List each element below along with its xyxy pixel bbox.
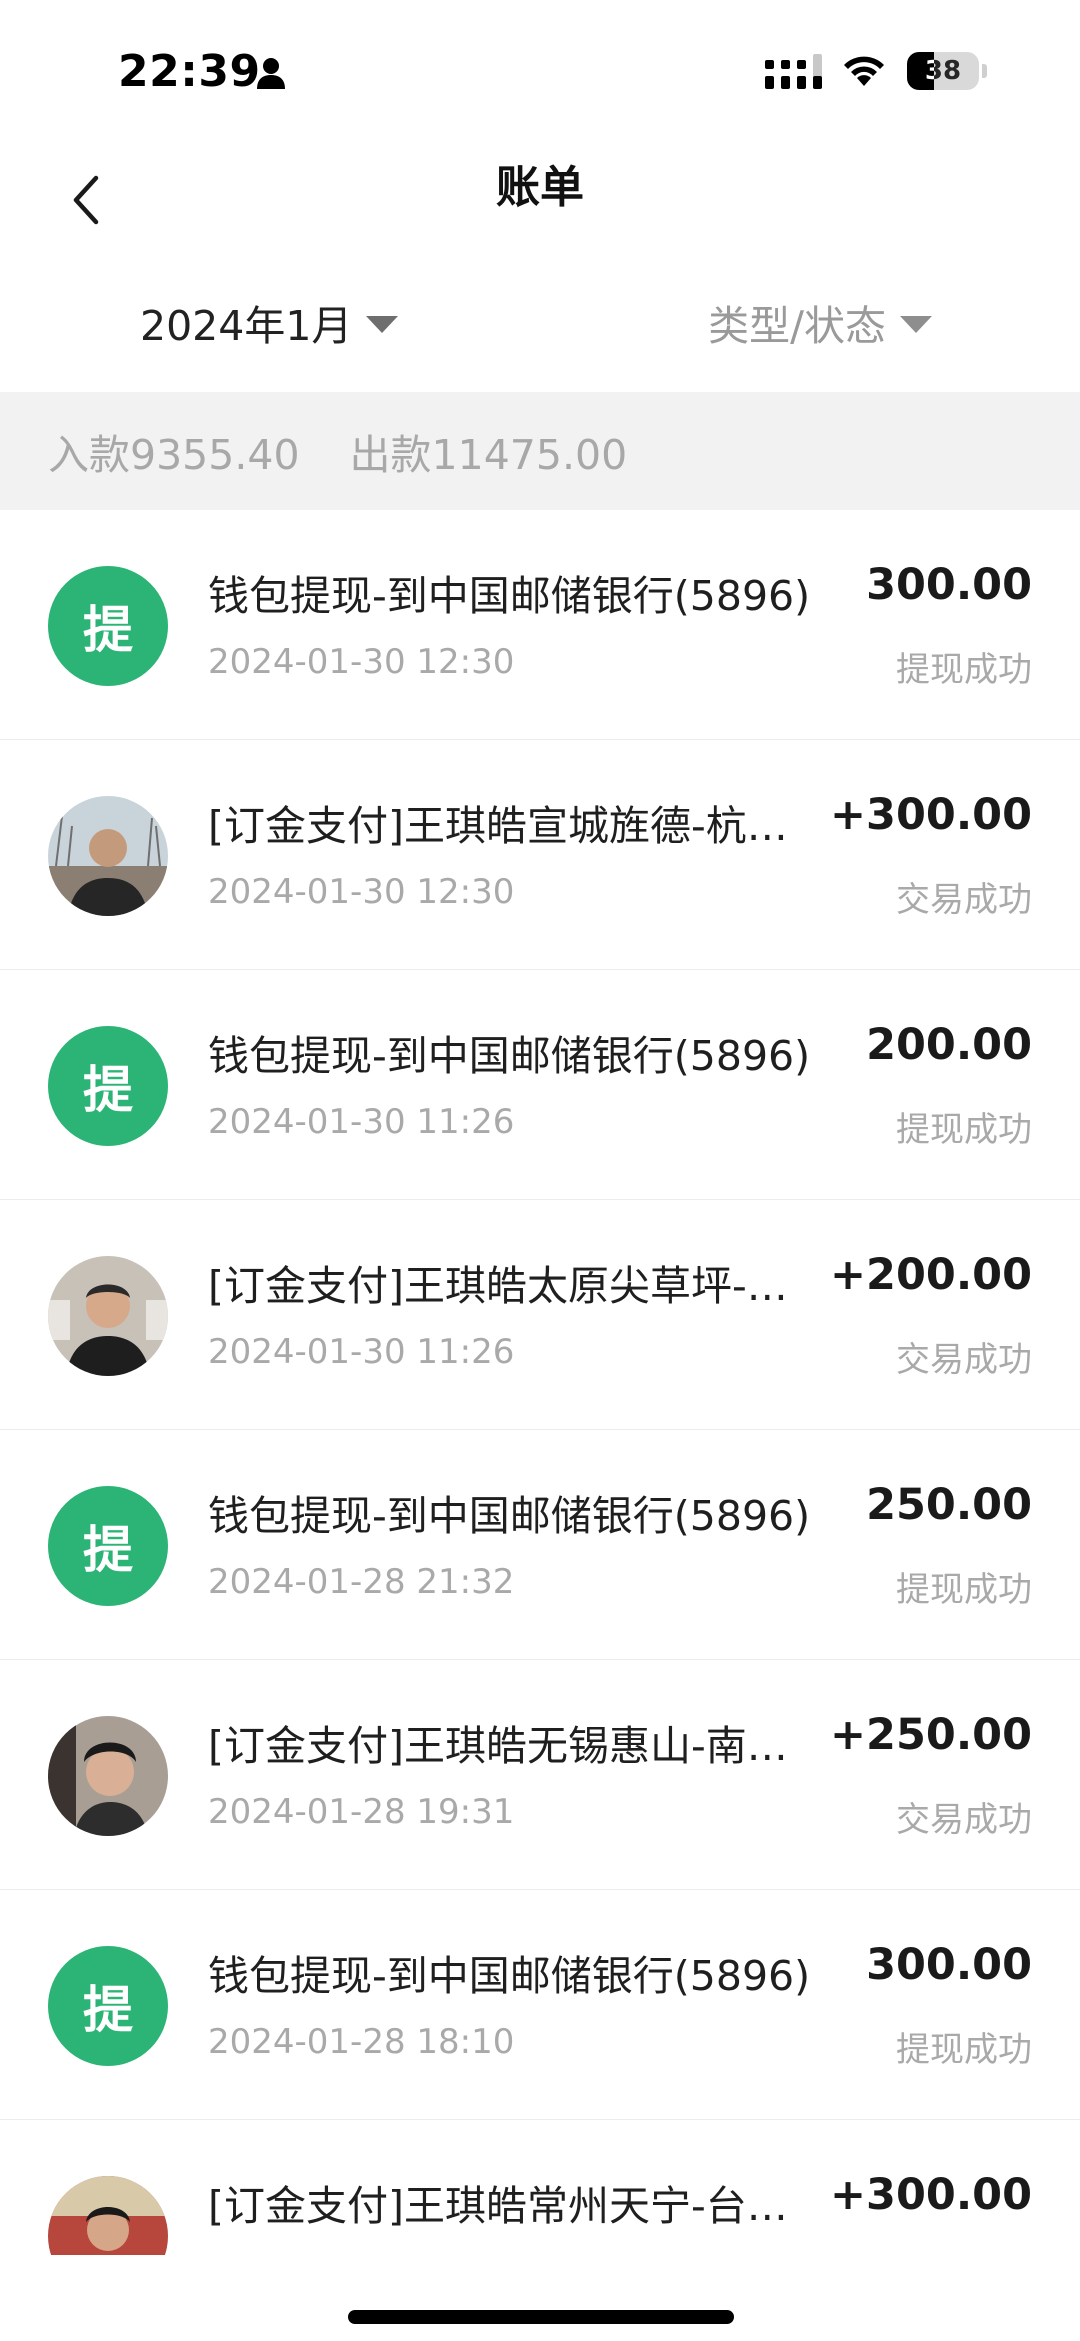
income-total: 入款9355.40 [48,431,300,479]
withdraw-badge: 提 [48,1946,168,2066]
transaction-status: 提现成功 [896,1570,1032,1610]
month-filter-dropdown[interactable]: 2024年1月 [140,292,399,352]
battery-icon: 38 [907,52,987,90]
transaction-row[interactable]: 提 钱包提现-到中国邮储银行(5896) 300.00 2024-01-30 12:3… [0,510,1080,740]
transaction-amount: 250.00 [866,1480,1032,1530]
cellular-signal-icon [765,54,822,89]
transaction-row[interactable]: 提 钱包提现-到中国邮储银行(5896) 300.00 2024-01-28 18:1… [0,1890,1080,2120]
status-time: 22:39 [118,46,261,97]
withdraw-badge-label: 提 [83,1981,133,2039]
withdraw-badge-label: 提 [83,601,133,659]
transaction-date: 2024-01-28 21:32 [208,1562,515,1602]
transaction-title: 钱包提现-到中国邮储银行(5896) [208,1952,811,2000]
transaction-amount: +200.00 [830,1250,1032,1300]
transaction-title: [订金支付]王琪皓无锡惠山-南… [208,1722,788,1770]
transaction-row[interactable]: [订金支付]王琪皓常州天宁-台… +300.00 [0,2120,1080,2255]
withdraw-badge: 提 [48,1486,168,1606]
user-avatar-photo-2 [48,1256,168,1376]
caret-down-icon [366,315,399,333]
back-button[interactable] [50,160,120,240]
status-bar: 22:39 38 [0,0,1080,140]
transaction-amount: +300.00 [830,2170,1032,2220]
transaction-list: 提钱包提现-到中国邮储银行(5896) 300.00 2024-01-30 12:3… [0,510,1080,2255]
withdraw-badge: 提 [48,1026,168,1146]
transaction-date: 2024-01-30 12:30 [208,872,515,912]
user-avatar [48,1716,168,1836]
transaction-row[interactable]: 提 钱包提现-到中国邮储银行(5896) 200.00 2024-01-30 11:2… [0,970,1080,1200]
transaction-title: 钱包提现-到中国邮储银行(5896) [208,572,811,620]
user-avatar [48,1256,168,1376]
transaction-title: [订金支付]王琪皓宣城旌德-杭… [208,802,788,850]
battery-level: 38 [924,56,962,86]
transaction-amount: +250.00 [830,1710,1032,1760]
chevron-left-icon [73,175,99,225]
month-filter-label: 2024年1月 [140,302,353,350]
user-avatar-photo-1 [48,796,168,916]
type-status-filter-dropdown[interactable]: 类型/状态 [708,292,932,352]
home-indicator [348,2310,734,2324]
transaction-date: 2024-01-28 19:31 [208,1792,515,1832]
user-avatar [48,2176,168,2255]
nav-bar: 账单 [0,140,1080,260]
transaction-row[interactable]: 提 钱包提现-到中国邮储银行(5896) 250.00 2024-01-28 21:3… [0,1430,1080,1660]
page-title: 账单 [496,162,584,213]
filter-row: 2024年1月 类型/状态 [0,262,1080,392]
transaction-row[interactable]: [订金支付]王琪皓宣城旌德-杭… +300.00 2024-01-30 12:30 交… [0,740,1080,970]
transaction-date: 2024-01-28 18:10 [208,2022,515,2062]
transaction-amount: 200.00 [866,1020,1032,1070]
transaction-row[interactable]: [订金支付]王琪皓无锡惠山-南… +250.00 2024-01-28 19:31 交… [0,1660,1080,1890]
transaction-status: 交易成功 [896,1340,1032,1380]
transaction-date: 2024-01-30 11:26 [208,1332,515,1372]
transaction-amount: 300.00 [866,560,1032,610]
transaction-title: [订金支付]王琪皓常州天宁-台… [208,2182,788,2230]
caret-down-icon [900,315,932,333]
withdraw-badge-label: 提 [83,1061,133,1119]
expense-total: 出款11475.00 [349,431,628,479]
transaction-status: 提现成功 [896,650,1032,690]
person-icon [257,58,285,89]
withdraw-badge-label: 提 [83,1521,133,1579]
transaction-amount: 300.00 [866,1940,1032,1990]
user-avatar-photo-3 [48,1716,168,1836]
transaction-date: 2024-01-30 11:26 [208,1102,515,1142]
user-avatar [48,796,168,916]
transaction-status: 交易成功 [896,1800,1032,1840]
summary-bar: 入款9355.40 出款11475.00 [0,392,1080,510]
transaction-status: 交易成功 [896,880,1032,920]
transaction-title: [订金支付]王琪皓太原尖草坪-… [208,1262,788,1310]
transaction-date: 2024-01-30 12:30 [208,642,515,682]
transaction-status: 提现成功 [896,2030,1032,2070]
transaction-title: 钱包提现-到中国邮储银行(5896) [208,1492,811,1540]
wifi-icon [844,56,884,86]
withdraw-badge: 提 [48,566,168,686]
transaction-amount: +300.00 [830,790,1032,840]
transaction-title: 钱包提现-到中国邮储银行(5896) [208,1032,811,1080]
transaction-status: 提现成功 [896,1110,1032,1150]
user-avatar-photo-4 [48,2176,168,2255]
transaction-row[interactable]: [订金支付]王琪皓太原尖草坪-… +200.00 2024-01-30 11:26 交… [0,1200,1080,1430]
type-status-filter-label: 类型/状态 [708,302,886,350]
